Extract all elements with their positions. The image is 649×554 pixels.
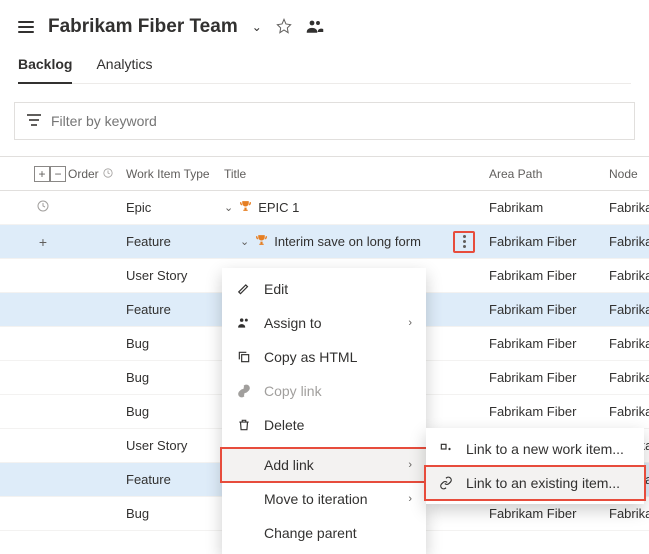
star-icon[interactable] (276, 18, 292, 37)
area-path: Fabrikam (483, 200, 609, 215)
trophy-icon (239, 200, 252, 216)
work-item-type: Bug (126, 370, 224, 385)
area-path: Fabrikam Fiber (483, 370, 609, 385)
people-icon[interactable] (306, 18, 324, 37)
node-name: Fabrikam (609, 506, 649, 521)
menu-copy-link: Copy link (222, 374, 426, 408)
menu-change-parent[interactable]: Change parent (222, 516, 426, 550)
area-path: Fabrikam Fiber (483, 234, 609, 249)
collapse-all-button[interactable]: − (50, 166, 66, 182)
clock-icon (37, 200, 49, 215)
link-icon (236, 384, 252, 398)
context-menu: Edit Assign to › Copy as HTML Copy link … (222, 268, 426, 554)
table-row[interactable]: + Feature ⌄ Interim save on long form Fabrik… (0, 225, 649, 259)
node-name: Fabrikam (609, 234, 649, 249)
work-item-title: EPIC 1 (258, 200, 299, 215)
work-item-type: User Story (126, 268, 224, 283)
area-path: Fabrikam Fiber (483, 506, 609, 521)
chevron-down-icon[interactable]: ⌄ (224, 201, 233, 214)
chevron-right-icon: › (408, 459, 412, 471)
work-item-type: Bug (126, 336, 224, 351)
table-row[interactable]: Epic⌄ EPIC 1 FabrikamFabrikam (0, 191, 649, 225)
menu-move-to-iteration[interactable]: Move to iteration › (222, 482, 426, 516)
chevron-right-icon: › (408, 493, 412, 505)
filter-input[interactable] (51, 113, 622, 129)
filter-bar (14, 102, 635, 140)
area-path: Fabrikam Fiber (483, 336, 609, 351)
new-link-icon (438, 442, 454, 456)
work-item-type: Feature (126, 234, 224, 249)
menu-copy-html[interactable]: Copy as HTML (222, 340, 426, 374)
col-type-label[interactable]: Work Item Type (126, 167, 224, 181)
expand-all-button[interactable]: + (34, 166, 50, 182)
tab-backlog[interactable]: Backlog (18, 56, 72, 84)
submenu-existing-item[interactable]: Link to an existing item... (426, 466, 644, 500)
area-path: Fabrikam Fiber (483, 404, 609, 419)
filter-icon (27, 114, 41, 129)
work-item-type: Feature (126, 472, 224, 487)
menu-delete[interactable]: Delete (222, 408, 426, 442)
work-item-type: Epic (126, 200, 224, 215)
menu-edit[interactable]: Edit (222, 272, 426, 306)
people-icon (236, 316, 252, 330)
area-path: Fabrikam Fiber (483, 268, 609, 283)
col-node-label[interactable]: Node (609, 167, 649, 181)
menu-add-link[interactable]: Add link › (222, 448, 426, 482)
node-name: Fabrikam (609, 336, 649, 351)
tab-analytics[interactable]: Analytics (96, 56, 152, 83)
copy-icon (236, 350, 252, 364)
team-dropdown-chevron[interactable]: ⌄ (252, 20, 262, 34)
clock-icon (103, 167, 113, 181)
menu-assign-to[interactable]: Assign to › (222, 306, 426, 340)
chevron-right-icon: › (408, 317, 412, 329)
work-item-type: Bug (126, 404, 224, 419)
node-name: Fabrikam (609, 200, 649, 215)
node-name: Fabrikam (609, 268, 649, 283)
work-item-title: Interim save on long form (274, 234, 421, 249)
link-icon (438, 476, 454, 490)
submenu-new-work-item[interactable]: Link to a new work item... (426, 432, 644, 466)
col-area-label[interactable]: Area Path (483, 167, 609, 181)
work-item-type: User Story (126, 438, 224, 453)
node-name: Fabrikam (609, 370, 649, 385)
trophy-icon (255, 234, 268, 250)
node-name: Fabrikam (609, 404, 649, 419)
work-item-type: Feature (126, 302, 224, 317)
col-order-label[interactable]: Order (68, 167, 99, 181)
more-actions-button[interactable] (453, 231, 475, 253)
col-title-label[interactable]: Title (224, 167, 483, 181)
page-title: Fabrikam Fiber Team (48, 16, 238, 38)
add-child-icon[interactable]: + (39, 234, 47, 250)
area-path: Fabrikam Fiber (483, 302, 609, 317)
work-item-type: Bug (126, 506, 224, 521)
chevron-down-icon[interactable]: ⌄ (240, 235, 249, 248)
menu-icon[interactable] (18, 21, 34, 33)
pencil-icon (236, 282, 252, 296)
node-name: Fabrikam (609, 302, 649, 317)
grid-header: + − Order Work Item Type Title Area Path… (0, 157, 649, 191)
add-link-submenu: Link to a new work item... Link to an ex… (426, 428, 644, 504)
trash-icon (236, 418, 252, 432)
